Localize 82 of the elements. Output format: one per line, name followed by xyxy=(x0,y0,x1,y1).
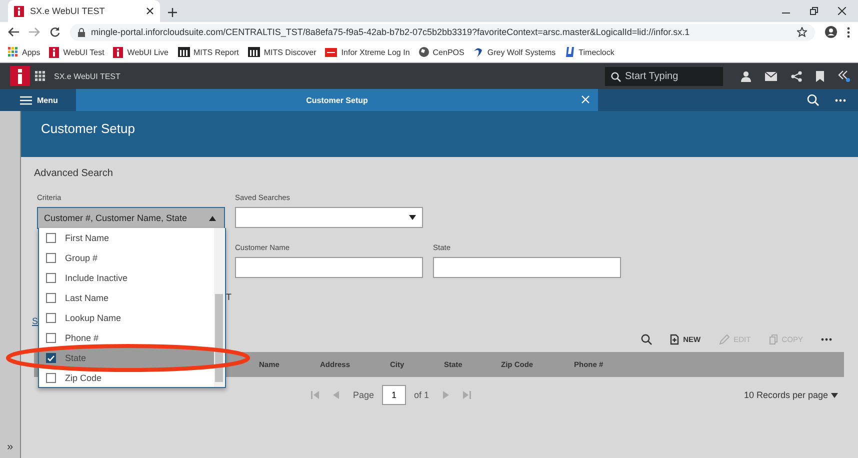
records-per-page-dropdown[interactable]: 10 Records per page xyxy=(738,389,844,401)
lock-icon xyxy=(78,28,85,36)
bookmark-icon[interactable] xyxy=(816,70,824,82)
star-icon[interactable] xyxy=(797,27,807,37)
checkbox[interactable] xyxy=(46,253,56,263)
dropdown-option[interactable]: Zip Code xyxy=(39,368,215,387)
input-field[interactable] xyxy=(235,257,423,278)
dropdown-option[interactable]: Include Inactive xyxy=(39,268,215,288)
dropdown-option[interactable]: Last Name xyxy=(39,288,215,308)
building-icon xyxy=(178,47,190,57)
bookmark[interactable]: WebUI Test xyxy=(49,46,104,58)
dropdown-option[interactable]: Group # xyxy=(39,248,215,268)
dropdown-option[interactable]: Phone # xyxy=(39,328,215,348)
infor-logo-icon xyxy=(49,46,60,58)
infor-logo-icon xyxy=(14,6,24,16)
restore-icon[interactable] xyxy=(810,7,818,15)
checkbox[interactable] xyxy=(46,373,56,383)
bookmark[interactable]: WebUI Live xyxy=(113,46,168,58)
globe-icon xyxy=(418,47,429,57)
bookmark[interactable]: Timeclock xyxy=(564,47,614,57)
caret-icon xyxy=(831,392,838,398)
page-label: Page xyxy=(353,390,374,400)
partial-link[interactable]: S xyxy=(32,316,40,326)
share-icon[interactable] xyxy=(791,70,802,82)
browser-tab[interactable]: SX.e WebUI TEST xyxy=(8,0,160,22)
checkbox[interactable] xyxy=(46,333,56,343)
bookmark[interactable]: MITS Report xyxy=(178,47,239,57)
page-count: of 1 xyxy=(414,390,430,400)
expand-toggle[interactable]: » xyxy=(6,441,14,453)
close-icon[interactable] xyxy=(838,7,846,15)
building-icon xyxy=(248,47,260,57)
pencil-icon xyxy=(718,334,730,344)
apps-icon xyxy=(8,47,18,57)
dropdown-option[interactable]: Lookup Name xyxy=(39,308,215,328)
menu-button[interactable]: Menu xyxy=(0,89,76,111)
bookmark[interactable]: Grey Wolf Systems xyxy=(473,47,556,57)
reload-icon[interactable] xyxy=(50,27,60,37)
menu-icon xyxy=(20,96,32,104)
app-grid-icon[interactable] xyxy=(35,71,45,81)
new-document-icon xyxy=(670,334,680,344)
app-title: SX.e WebUI TEST xyxy=(54,72,120,80)
address-bar[interactable]: mingle-portal.inforcloudsuite.com/CENTRALTIS_TST/8a8efa75-f9a5-42ab-b7b2-07c5b2bb3319?favoriteContext=arsc.master&LogicalId=lid://infor.sx.1 xyxy=(70,24,815,40)
infor-logo-icon[interactable] xyxy=(10,66,30,86)
more-icon[interactable] xyxy=(821,338,832,340)
back-icon[interactable] xyxy=(8,27,19,37)
swoosh-icon xyxy=(473,47,484,57)
mail-icon[interactable] xyxy=(765,72,777,80)
scrollbar[interactable] xyxy=(214,228,224,387)
user-icon[interactable] xyxy=(741,70,751,82)
page-tab[interactable]: Customer Setup xyxy=(76,89,598,111)
checkbox[interactable] xyxy=(46,353,56,363)
page-title: Customer Setup xyxy=(41,121,135,136)
bookmark[interactable]: CenPOS xyxy=(418,47,464,57)
checkbox[interactable] xyxy=(46,273,56,283)
search-icon xyxy=(611,72,621,82)
search-field[interactable]: Start Typing xyxy=(605,66,723,86)
infor-logo-icon xyxy=(113,46,124,58)
logo-icon xyxy=(325,48,338,56)
timeclock-icon xyxy=(564,47,575,57)
more-icon[interactable] xyxy=(847,26,850,38)
criteria-dropdown[interactable]: Customer #, Customer Name, State xyxy=(37,207,225,229)
bookmark[interactable]: Infor Xtreme Log In xyxy=(325,48,410,56)
profile-icon[interactable] xyxy=(825,26,837,38)
new-tab-icon[interactable] xyxy=(168,8,177,17)
saved-searches-dropdown[interactable] xyxy=(235,207,423,228)
checkbox[interactable] xyxy=(46,233,56,243)
section-title: Advanced Search xyxy=(34,168,113,179)
dropdown-option[interactable]: First Name xyxy=(39,228,215,248)
checkbox[interactable] xyxy=(46,293,56,303)
close-icon[interactable] xyxy=(146,7,154,15)
input-field[interactable] xyxy=(433,257,621,278)
collapse-icon[interactable] xyxy=(838,70,850,82)
partial-label: T xyxy=(226,292,232,302)
bookmark[interactable]: MITS Discover xyxy=(248,47,316,57)
search-icon[interactable] xyxy=(807,94,819,106)
checkbox[interactable] xyxy=(46,313,56,323)
search-icon[interactable] xyxy=(641,334,652,344)
page-input[interactable]: 1 xyxy=(382,385,406,405)
copy-icon xyxy=(768,334,778,344)
caret-icon xyxy=(409,215,416,220)
more-icon[interactable] xyxy=(835,98,846,102)
bookmark[interactable]: Apps xyxy=(8,47,40,57)
